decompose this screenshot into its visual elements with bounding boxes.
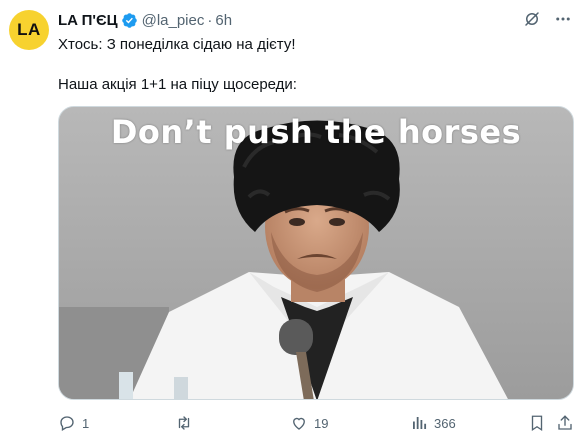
views-icon bbox=[410, 414, 428, 432]
retweet-button[interactable] bbox=[174, 414, 194, 432]
reply-count: 1 bbox=[82, 415, 90, 431]
tweet-header: LA П'ЄЦ @la_piec · 6h bbox=[58, 10, 232, 30]
tweet[interactable]: LA LA П'ЄЦ @la_piec · 6h Хтось: З понеді… bbox=[0, 0, 585, 443]
bookmark-icon bbox=[528, 414, 546, 432]
views-button[interactable]: 366 bbox=[410, 414, 456, 432]
reply-button[interactable]: 1 bbox=[58, 414, 89, 432]
like-count: 19 bbox=[314, 415, 329, 431]
share-button[interactable] bbox=[556, 414, 574, 432]
timestamp[interactable]: 6h bbox=[215, 12, 232, 29]
like-button[interactable]: 19 bbox=[290, 414, 328, 432]
tweet-image[interactable]: Don’t push the horses bbox=[58, 106, 574, 400]
retweet-icon bbox=[174, 414, 194, 432]
action-bar: 1 19 366 bbox=[58, 412, 578, 436]
reply-icon bbox=[58, 414, 76, 432]
user-handle[interactable]: @la_piec bbox=[142, 12, 205, 29]
avatar-text: LA bbox=[17, 20, 41, 39]
grok-icon[interactable] bbox=[523, 10, 541, 28]
tweet-text-line-1: Хтось: З понеділка сідаю на дієту! bbox=[58, 36, 296, 53]
separator-dot: · bbox=[207, 11, 213, 29]
display-name[interactable]: LA П'ЄЦ bbox=[58, 12, 118, 29]
share-icon bbox=[556, 414, 574, 432]
view-count: 366 bbox=[434, 415, 456, 431]
tweet-text-line-2: Наша акція 1+1 на піцу щосереди: bbox=[58, 76, 297, 93]
verified-badge-icon[interactable] bbox=[121, 12, 138, 29]
top-actions bbox=[523, 10, 573, 28]
like-icon bbox=[290, 414, 308, 432]
bookmark-button[interactable] bbox=[528, 414, 546, 432]
meme-caption: Don’t push the horses bbox=[110, 113, 522, 151]
more-icon[interactable] bbox=[553, 10, 573, 28]
avatar[interactable]: LA bbox=[9, 10, 49, 50]
